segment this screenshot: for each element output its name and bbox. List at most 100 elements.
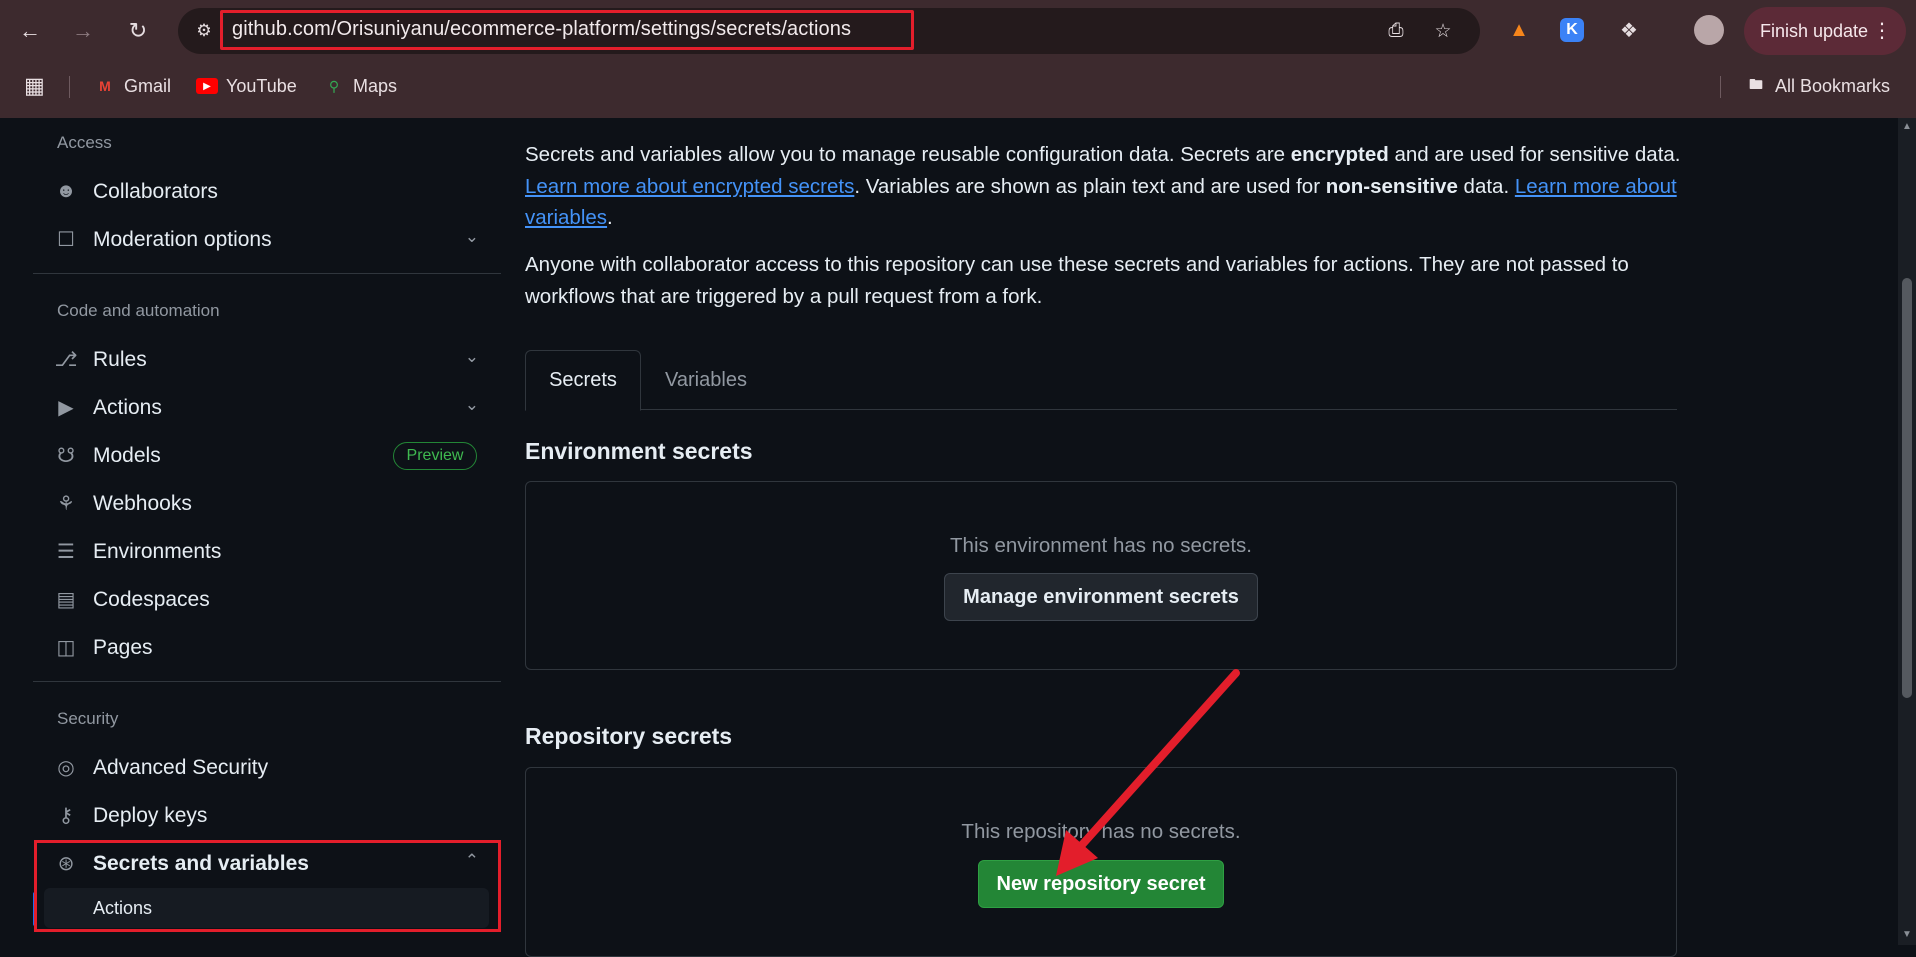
sidebar-item-advanced-security[interactable]: ◎ Advanced Security bbox=[33, 745, 501, 789]
preview-badge: Preview bbox=[393, 442, 477, 470]
tab-bar: Secrets Variables bbox=[525, 350, 1677, 411]
sidebar-item-label: Codespaces bbox=[93, 588, 210, 611]
section-title-code-automation: Code and automation bbox=[57, 301, 220, 320]
bookmark-gmail[interactable]: M Gmail bbox=[94, 74, 171, 98]
sidebar-item-models[interactable]: ☋ Models Preview bbox=[33, 433, 501, 477]
site-info-icon[interactable]: ⚙ bbox=[192, 19, 216, 43]
extensions-puzzle-icon[interactable]: ❖ bbox=[1614, 15, 1644, 45]
finish-update-label: Finish update bbox=[1760, 20, 1869, 41]
folder-icon: 🖿 bbox=[1749, 76, 1763, 92]
sidebar-divider bbox=[33, 681, 501, 682]
webhook-icon: ⚘ bbox=[57, 492, 75, 515]
access-note: Anyone with collaborator access to this … bbox=[525, 253, 1629, 308]
sidebar-item-deploy-keys[interactable]: ⚷ Deploy keys bbox=[33, 793, 501, 837]
sidebar-item-label: Actions bbox=[93, 396, 162, 419]
sidebar-item-label: Advanced Security bbox=[93, 756, 269, 779]
youtube-icon: ▶ bbox=[196, 78, 218, 94]
people-icon: ☻ bbox=[55, 179, 77, 202]
sidebar-item-moderation[interactable]: ☐ Moderation options ⌄ bbox=[33, 217, 501, 261]
codescan-icon: ◎ bbox=[57, 756, 75, 779]
scroll-down-icon[interactable]: ▼ bbox=[1902, 930, 1912, 940]
comment-icon: ☐ bbox=[57, 228, 75, 251]
intro-text: data. bbox=[1457, 174, 1515, 198]
profile-avatar[interactable] bbox=[1694, 15, 1724, 45]
intro-text: Secrets and variables allow you to manag… bbox=[525, 143, 1291, 166]
more-menu-icon: ⋮ bbox=[1872, 20, 1892, 42]
gmail-icon: M bbox=[99, 78, 111, 94]
learn-more-secrets-link[interactable]: Learn more about encrypted secrets bbox=[525, 175, 854, 198]
sidebar-item-label: Webhooks bbox=[93, 492, 192, 515]
sidebar-item-collaborators[interactable]: ☻ Collaborators bbox=[33, 169, 501, 213]
intro-bold-nonsensitive: non-sensitive bbox=[1325, 174, 1458, 198]
rules-icon: ⎇ bbox=[54, 348, 78, 371]
extension-k-icon[interactable]: K bbox=[1560, 18, 1584, 42]
bookmark-youtube[interactable]: ▶ YouTube bbox=[196, 74, 297, 98]
bookmark-label: Maps bbox=[353, 75, 398, 96]
browser-icon: ◫ bbox=[56, 636, 76, 659]
browser-chrome: ← → ↻ ⚙ github.com/Orisuniyanu/ecommerce… bbox=[0, 0, 1916, 118]
apps-grid-icon[interactable]: ▦ bbox=[24, 73, 45, 98]
repository-secrets-title: Repository secrets bbox=[525, 723, 733, 749]
scroll-thumb[interactable] bbox=[1902, 278, 1912, 698]
repository-empty-message: This repository has no secrets. bbox=[961, 820, 1241, 843]
sidebar-item-webhooks[interactable]: ⚘ Webhooks bbox=[33, 481, 501, 525]
sidebar-item-label: Deploy keys bbox=[93, 804, 208, 827]
metamask-icon[interactable]: ▲ bbox=[1504, 15, 1534, 45]
codespaces-icon: ▤ bbox=[56, 588, 76, 611]
all-bookmarks-label: All Bookmarks bbox=[1775, 75, 1891, 96]
environment-secrets-title: Environment secrets bbox=[525, 438, 753, 464]
maps-icon: ⚲ bbox=[328, 77, 340, 94]
intro-paragraph: Secrets and variables allow you to manag… bbox=[525, 139, 1685, 234]
new-repository-secret-button[interactable]: New repository secret bbox=[978, 860, 1224, 908]
intro-bold-encrypted: encrypted bbox=[1290, 143, 1389, 166]
play-circle-icon: ▶ bbox=[58, 396, 74, 419]
bookmark-separator bbox=[69, 76, 70, 98]
address-bar[interactable]: ⚙ github.com/Orisuniyanu/ecommerce-platf… bbox=[178, 8, 1480, 54]
page-scrollbar[interactable]: ▲ ▼ bbox=[1898, 118, 1916, 945]
sidebar-item-label: Pages bbox=[93, 636, 153, 659]
install-app-icon[interactable]: ⎙ bbox=[1384, 19, 1408, 43]
intro-text: . Variables are shown as plain text and … bbox=[854, 174, 1326, 198]
bookmark-label: Gmail bbox=[124, 75, 172, 96]
sidebar-annotation-box bbox=[34, 840, 501, 932]
sidebar-item-rules[interactable]: ⎇ Rules ⌄ bbox=[33, 337, 501, 381]
sidebar-divider bbox=[33, 273, 501, 274]
sidebar-item-environments[interactable]: ☰ Environments bbox=[33, 529, 501, 573]
sidebar-item-label: Collaborators bbox=[93, 180, 218, 203]
server-icon: ☰ bbox=[57, 540, 75, 563]
sidebar-item-codespaces[interactable]: ▤ Codespaces bbox=[33, 577, 501, 621]
intro-text: . bbox=[607, 206, 613, 229]
scroll-up-icon[interactable]: ▲ bbox=[1902, 122, 1912, 132]
intro-text: and are used for sensitive data. bbox=[1388, 143, 1681, 166]
section-title-security: Security bbox=[57, 709, 119, 728]
manage-environment-secrets-button[interactable]: Manage environment secrets bbox=[944, 573, 1258, 621]
sidebar-item-label: Moderation options bbox=[93, 228, 272, 251]
environment-secrets-box: This environment has no secrets. Manage … bbox=[525, 481, 1677, 670]
sidebar-item-label: Environments bbox=[93, 540, 222, 563]
bookmark-maps[interactable]: ⚲ Maps bbox=[323, 74, 397, 98]
bookmark-star-icon[interactable]: ☆ bbox=[1431, 19, 1455, 43]
tab-variables[interactable]: Variables bbox=[651, 350, 761, 411]
bookmarks-bar: ▦ M Gmail ▶ YouTube ⚲ Maps 🖿 All Bookmar… bbox=[0, 66, 1916, 106]
reload-icon[interactable]: ↻ bbox=[120, 13, 156, 49]
chevron-down-icon: ⌄ bbox=[464, 227, 479, 246]
bookmark-label: YouTube bbox=[226, 75, 297, 96]
sidebar-item-pages[interactable]: ◫ Pages bbox=[33, 625, 501, 669]
bookmark-separator bbox=[1720, 76, 1721, 98]
tab-secrets[interactable]: Secrets bbox=[525, 350, 641, 411]
models-icon: ☋ bbox=[57, 444, 75, 467]
back-icon[interactable]: ← bbox=[12, 13, 48, 49]
chevron-down-icon: ⌄ bbox=[464, 395, 479, 414]
forward-icon[interactable]: → bbox=[65, 13, 101, 49]
all-bookmarks[interactable]: 🖿 All Bookmarks bbox=[1745, 74, 1890, 98]
key-icon: ⚷ bbox=[58, 804, 74, 827]
finish-update-button[interactable]: Finish update ⋮ bbox=[1744, 7, 1906, 55]
sidebar-item-label: Rules bbox=[93, 348, 147, 371]
url-text[interactable]: github.com/Orisuniyanu/ecommerce-platfor… bbox=[232, 18, 851, 41]
section-title-access: Access bbox=[57, 133, 112, 152]
sidebar-item-label: Models bbox=[93, 444, 161, 467]
environment-empty-message: This environment has no secrets. bbox=[950, 534, 1252, 557]
repository-secrets-box: This repository has no secrets. New repo… bbox=[525, 767, 1677, 957]
sidebar-item-actions[interactable]: ▶ Actions ⌄ bbox=[33, 385, 501, 429]
chevron-down-icon: ⌄ bbox=[464, 347, 479, 366]
